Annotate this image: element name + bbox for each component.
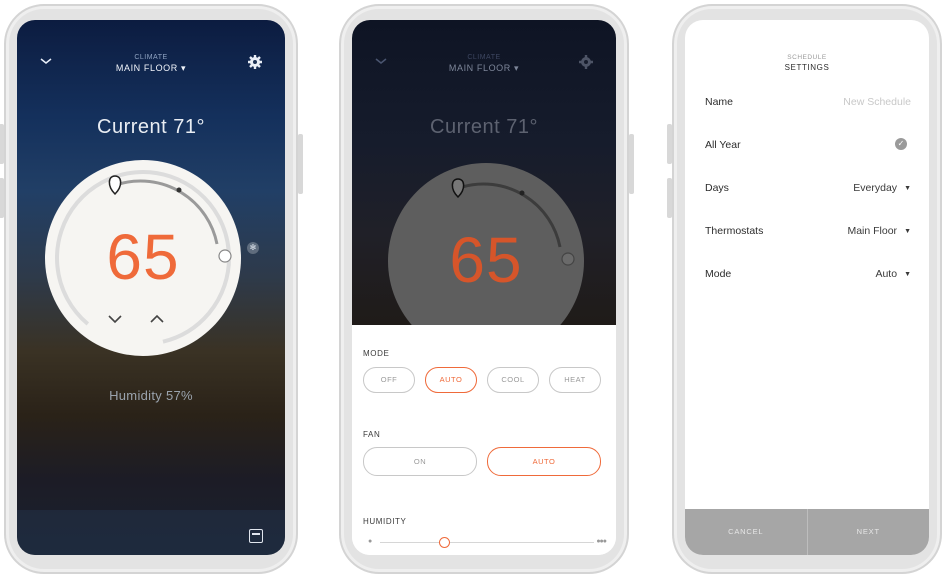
calendar-icon[interactable] — [249, 529, 263, 543]
fan-auto-button[interactable]: AUTO — [487, 447, 601, 476]
schedule-settings-screen: SCHEDULE SETTINGS Name New Schedule All … — [685, 20, 929, 555]
thermostat-dial[interactable]: 65 — [45, 160, 241, 356]
mode-cool-button[interactable]: COOL — [487, 367, 539, 393]
fan-icon: ✻ — [247, 242, 259, 254]
all-year-row[interactable]: All Year ✓ — [705, 138, 911, 159]
droplet-low-icon: ● — [368, 538, 373, 545]
zone-name: MAIN FLOOR ▾ — [448, 63, 520, 73]
page-title: SCHEDULE SETTINGS — [685, 54, 929, 72]
phone-side-button — [298, 134, 303, 194]
zone-name: MAIN FLOOR ▾ — [115, 63, 187, 73]
phone-side-button — [0, 178, 4, 218]
thermostats-row[interactable]: Thermostats Main Floor ▼ — [705, 225, 911, 245]
phone-side-button — [0, 124, 4, 164]
days-row[interactable]: Days Everyday ▼ — [705, 182, 911, 202]
caret-down-icon: ▼ — [904, 185, 911, 192]
cancel-button[interactable]: CANCEL — [685, 509, 807, 555]
humidity-slider-knob[interactable] — [439, 537, 451, 548]
checkmark-icon[interactable]: ✓ — [895, 138, 907, 150]
next-button[interactable]: NEXT — [806, 509, 930, 555]
setpoint-value: 65 — [449, 224, 523, 296]
humidity-slider-track[interactable] — [380, 542, 594, 543]
header-caption: CLIMATE — [134, 54, 168, 61]
gear-icon — [578, 54, 594, 70]
days-label: Days — [705, 182, 729, 194]
fan-on-button[interactable]: ON — [363, 447, 477, 476]
mode-heat-button[interactable]: HEAT — [549, 367, 601, 393]
current-temperature: Current 71° — [97, 116, 205, 138]
days-value: Everyday — [853, 182, 898, 194]
name-input[interactable]: New Schedule — [843, 96, 911, 108]
days-select[interactable]: Everyday ▼ — [853, 182, 911, 194]
mode-row[interactable]: Mode Auto ▼ — [705, 268, 911, 288]
zone-selector: CLIMATE MAIN FLOOR ▾ — [352, 54, 616, 74]
climate-controls-screen: CLIMATE MAIN FLOOR ▾ Current 71° 65 MODE… — [352, 20, 616, 555]
all-year-label: All Year — [705, 139, 741, 151]
mode-value: Auto — [875, 268, 898, 280]
thermostats-select[interactable]: Main Floor ▼ — [847, 225, 911, 237]
phone-side-button — [667, 178, 672, 218]
controls-sheet: MODE OFF AUTO COOL HEAT FAN ON AUTO HUMI… — [352, 325, 616, 555]
setpoint-value: 65 — [106, 221, 180, 293]
caret-down-icon: ▼ — [904, 271, 911, 278]
name-label: Name — [705, 96, 734, 108]
mode-select[interactable]: Auto ▼ — [875, 268, 911, 280]
dimmed-climate-view: CLIMATE MAIN FLOOR ▾ Current 71° 65 — [352, 20, 616, 359]
phone-climate: CLIMATE MAIN FLOOR ▾ Current 71° 65 ✻ Hu… — [0, 4, 303, 574]
three-phone-mockup: CLIMATE MAIN FLOOR ▾ Current 71° 65 ✻ Hu… — [0, 0, 946, 575]
climate-screen: CLIMATE MAIN FLOOR ▾ Current 71° 65 ✻ Hu… — [17, 20, 285, 555]
header-caption: CLIMATE — [467, 54, 501, 61]
thermostats-label: Thermostats — [705, 225, 764, 237]
mode-off-button[interactable]: OFF — [363, 367, 415, 393]
caret-down-icon: ▼ — [904, 228, 911, 235]
chevron-down-icon[interactable] — [107, 314, 137, 336]
zone-selector[interactable]: CLIMATE MAIN FLOOR ▾ — [17, 54, 285, 74]
gear-icon[interactable] — [247, 54, 263, 70]
humidity-readout: Humidity 57% — [109, 388, 193, 403]
title-text: SETTINGS — [784, 63, 830, 72]
chevron-up-icon[interactable] — [149, 314, 179, 336]
name-row[interactable]: Name New Schedule — [705, 96, 911, 116]
bottom-bar — [17, 510, 285, 555]
fan-label: FAN — [363, 430, 381, 439]
phone-schedule-settings: SCHEDULE SETTINGS Name New Schedule All … — [667, 4, 942, 574]
phone-climate-controls: CLIMATE MAIN FLOOR ▾ Current 71° 65 MODE… — [339, 4, 634, 574]
droplets-high-icon: ●●● — [596, 538, 607, 545]
phone-side-button — [667, 124, 672, 164]
current-temperature: Current 71° — [430, 116, 538, 138]
mode-label: Mode — [705, 268, 732, 280]
footer-actions: CANCEL NEXT — [685, 509, 929, 555]
mode-auto-button[interactable]: AUTO — [425, 367, 477, 393]
phone-side-button — [629, 134, 634, 194]
mode-label: MODE — [363, 349, 390, 358]
title-caption: SCHEDULE — [787, 54, 827, 61]
humidity-label: HUMIDITY — [363, 517, 407, 526]
thermostats-value: Main Floor — [847, 225, 898, 237]
